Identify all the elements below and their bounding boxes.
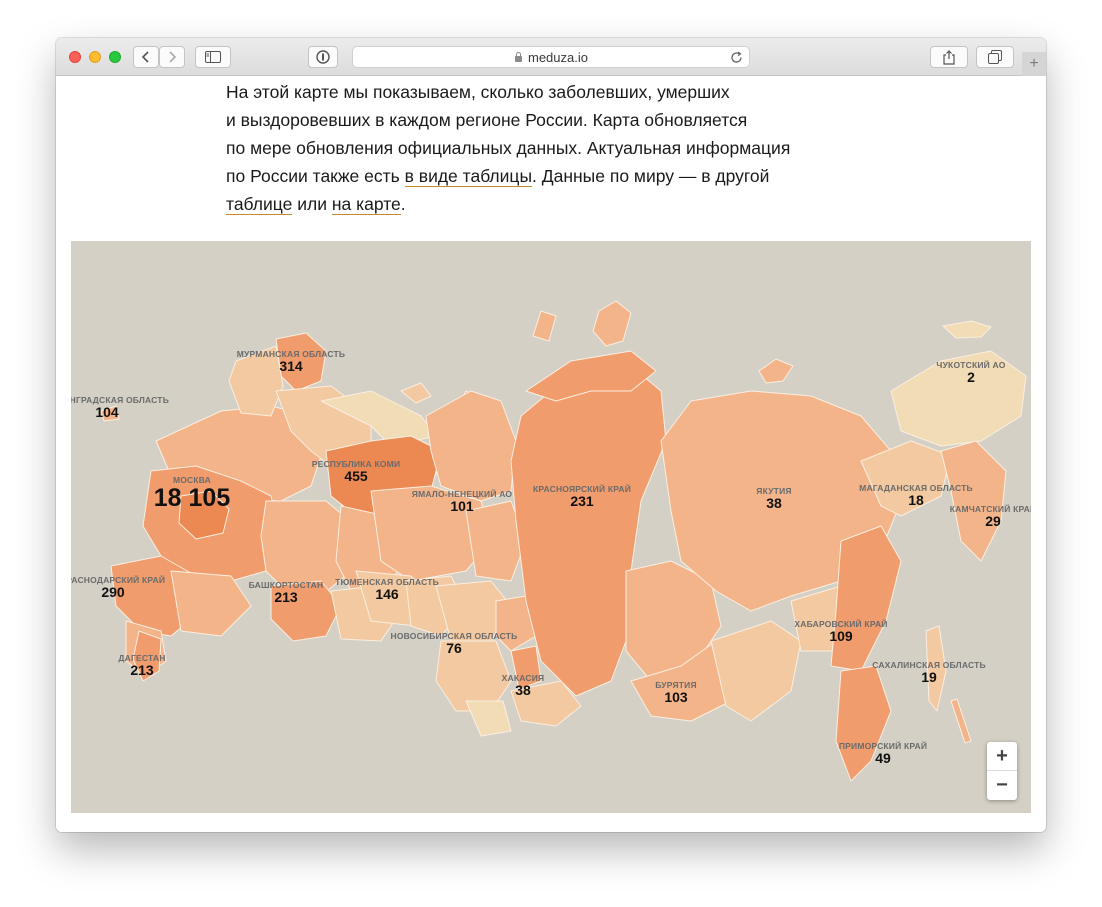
maximize-window-button[interactable] xyxy=(109,51,121,63)
region-shape-novosibirsk-islands[interactable] xyxy=(758,358,794,384)
region-label-sakhalin[interactable]: САХАЛИНСКАЯ ОБЛАСТЬ 19 xyxy=(872,660,986,685)
browser-toolbar: meduza.io + xyxy=(56,38,1046,76)
region-value: 18 105 xyxy=(153,484,231,512)
address-url: meduza.io xyxy=(528,49,588,65)
region-value: 38 xyxy=(515,682,531,698)
region-label-dagestan[interactable]: ДАГЕСТАН 213 xyxy=(118,653,165,678)
region-value: 2 xyxy=(967,369,975,385)
sidebar-icon xyxy=(205,51,221,63)
region-value: 76 xyxy=(446,640,462,656)
region-value: 146 xyxy=(375,586,399,602)
region-label-krasnodar[interactable]: КРАСНОДАРСКИЙ КРАЙ 290 xyxy=(71,575,165,600)
region-value: 19 xyxy=(921,669,937,685)
region-label-primorsky[interactable]: ПРИМОРСКИЙ КРАЙ 49 xyxy=(839,741,927,766)
plus-icon: + xyxy=(1029,55,1039,72)
region-value: 213 xyxy=(274,589,298,605)
lock-icon xyxy=(514,52,523,62)
address-bar[interactable]: meduza.io xyxy=(352,46,750,68)
region-value: 109 xyxy=(829,628,853,644)
region-label-krasnoyarsk[interactable]: КРАСНОЯРСКИЙ КРАЙ 231 xyxy=(533,484,631,509)
region-label-yakutia[interactable]: ЯКУТИЯ 38 xyxy=(756,486,791,511)
region-label-kamchatka[interactable]: КАМЧАТСКИЙ КРАЙ 29 xyxy=(950,504,1031,529)
region-label-leningrad[interactable]: ЛЕНИНГРАДСКАЯ ОБЛАСТЬ 104 xyxy=(71,395,169,420)
zoom-in-button[interactable]: + xyxy=(987,742,1017,771)
intro-line-2: и выздоровевших в каждом регионе России.… xyxy=(226,110,748,130)
share-button[interactable] xyxy=(930,46,968,68)
region-shape-altai-republic[interactable] xyxy=(465,700,512,737)
intro-line-3: по мере обновления официальных данных. А… xyxy=(226,138,791,158)
chevron-right-icon xyxy=(169,51,177,63)
region-shape-yamal[interactable] xyxy=(425,390,517,502)
zoom-control: + − xyxy=(987,742,1017,800)
reload-icon[interactable] xyxy=(730,51,743,64)
page-content: На этой карте мы показываем, сколько заб… xyxy=(56,76,1046,832)
intro-line-1: На этой карте мы показываем, сколько заб… xyxy=(226,82,730,102)
region-name: ЛЕНИНГРАДСКАЯ ОБЛАСТЬ xyxy=(71,395,170,405)
new-tab-button[interactable]: + xyxy=(1022,52,1046,76)
russia-covid-map[interactable]: МУРМАНСКАЯ ОБЛАСТЬ 314 ЛЕНИНГРАДСКАЯ ОБЛ… xyxy=(71,241,1031,813)
region-value: 29 xyxy=(985,513,1001,529)
region-value: 101 xyxy=(450,498,474,514)
region-shape-khabarovsk[interactable] xyxy=(830,525,902,672)
region-value: 314 xyxy=(279,358,303,374)
back-button[interactable] xyxy=(133,46,159,68)
region-value: 231 xyxy=(570,493,594,509)
region-label-moscow[interactable]: МОСКВА 18 105 xyxy=(154,475,230,511)
region-shape-franz-josef[interactable] xyxy=(400,382,432,404)
region-shape-taymyr-islands[interactable] xyxy=(532,310,557,342)
region-label-novosibirsk[interactable]: НОВОСИБИРСКАЯ ОБЛАСТЬ 76 xyxy=(391,631,518,656)
intro-line-4a: по России также есть xyxy=(226,166,405,186)
region-shape-volgograd[interactable] xyxy=(170,570,252,637)
password-key-icon xyxy=(316,50,330,64)
link-world-map[interactable]: на карте xyxy=(331,194,401,215)
region-shape-zabaikalsky[interactable] xyxy=(710,620,802,722)
intro-line-5-end: . xyxy=(400,194,406,214)
tabs-icon xyxy=(988,50,1002,64)
region-value: 49 xyxy=(875,750,891,766)
intro-line-5-mid: или xyxy=(292,194,332,214)
forward-button[interactable] xyxy=(159,46,185,68)
chevron-left-icon xyxy=(141,51,149,63)
sidebar-toggle-button[interactable] xyxy=(195,46,231,68)
region-value: 290 xyxy=(101,584,125,600)
region-shape-severnaya-zemlya[interactable] xyxy=(592,300,632,347)
region-value: 104 xyxy=(95,404,119,420)
region-shape-kuriles[interactable] xyxy=(950,698,972,744)
link-world-table[interactable]: таблице xyxy=(226,194,293,215)
region-label-khabarovsk[interactable]: ХАБАРОВСКИЙ КРАЙ 109 xyxy=(794,619,887,644)
region-label-bashkortostan[interactable]: БАШКОРТОСТАН 213 xyxy=(249,580,324,605)
region-label-buryatia[interactable]: БУРЯТИЯ 103 xyxy=(655,680,697,705)
link-russia-table[interactable]: в виде таблицы xyxy=(404,166,533,187)
intro-line-4b: . Данные по миру — в другой xyxy=(532,166,770,186)
close-window-button[interactable] xyxy=(69,51,81,63)
region-label-murmansk[interactable]: МУРМАНСКАЯ ОБЛАСТЬ 314 xyxy=(237,349,345,374)
password-manager-button[interactable] xyxy=(308,46,338,68)
region-shape-wrangel[interactable] xyxy=(942,320,992,339)
region-value: 38 xyxy=(766,495,782,511)
region-value: 455 xyxy=(344,468,368,484)
region-value: 103 xyxy=(664,689,688,705)
minimize-window-button[interactable] xyxy=(89,51,101,63)
zoom-out-button[interactable]: − xyxy=(987,771,1017,800)
region-label-tyumen[interactable]: ТЮМЕНСКАЯ ОБЛАСТЬ 146 xyxy=(335,577,439,602)
region-label-yamal[interactable]: ЯМАЛО-НЕНЕЦКИЙ АО 101 xyxy=(412,489,512,514)
intro-paragraph: На этой карте мы показываем, сколько заб… xyxy=(226,78,886,218)
share-icon xyxy=(943,49,955,65)
tabs-overview-button[interactable] xyxy=(976,46,1014,68)
region-label-komi[interactable]: РЕСПУБЛИКА КОМИ 455 xyxy=(312,459,401,484)
browser-window: meduza.io + На этой карте мы показываем,… xyxy=(56,38,1046,832)
region-value: 213 xyxy=(130,662,154,678)
region-label-khakassia[interactable]: ХАКАСИЯ 38 xyxy=(502,673,545,698)
region-label-chukotka[interactable]: ЧУКОТСКИЙ АО 2 xyxy=(936,360,1005,385)
map-canvas[interactable] xyxy=(71,241,1031,813)
